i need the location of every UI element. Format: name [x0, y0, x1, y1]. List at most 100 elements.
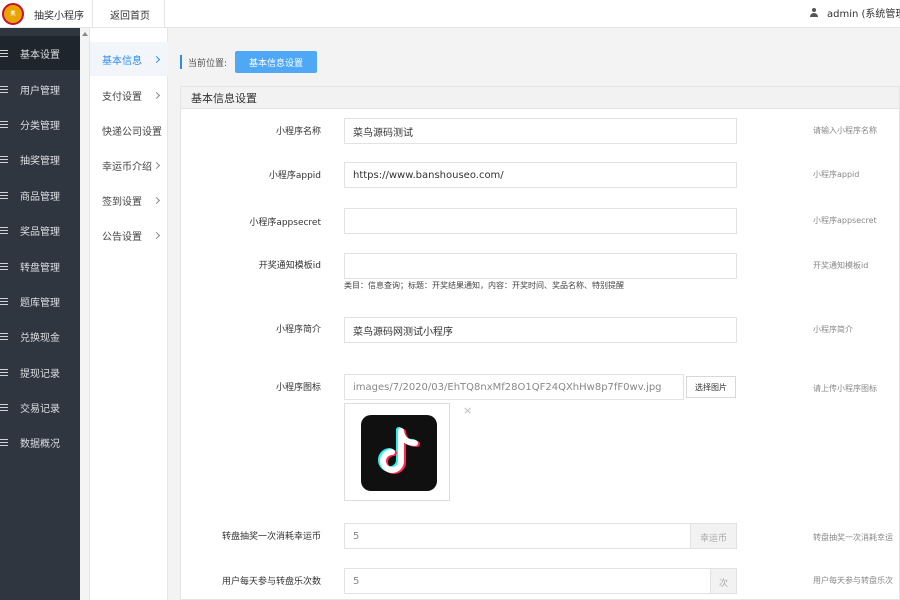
intro-input[interactable]: 菜鸟源码网测试小程序 [344, 317, 737, 343]
menu-icon [0, 120, 8, 128]
menu-icon [0, 155, 8, 163]
daily-limit-value: 5 [353, 575, 360, 587]
subnav-item-payment[interactable]: 支付设置 [90, 78, 168, 112]
menu-icon [0, 226, 8, 234]
field-label: 转盘抽奖一次消耗幸运币 [221, 532, 321, 542]
remove-image-icon[interactable]: × [463, 404, 472, 417]
select-image-button[interactable]: 选择图片 [686, 376, 736, 398]
sidebar-item-prizes[interactable]: 奖品管理 [0, 213, 80, 247]
menu-icon [0, 191, 8, 199]
sidebar-item-withdrawals[interactable]: 提现记录 [0, 355, 80, 389]
icon-path-input[interactable]: images/7/2020/03/EhTQ8nxMf28O1QF24QXhHw8… [344, 374, 684, 400]
field-label: 小程序简介 [275, 325, 321, 335]
sidebar-item-wheel[interactable]: 转盘管理 [0, 249, 80, 283]
menu-icon [0, 332, 8, 340]
sidebar-item-basic-settings[interactable]: 基本设置 [0, 36, 80, 70]
sidebar-item-label: 奖品管理 [20, 226, 60, 238]
menu-icon [0, 403, 8, 411]
sidebar-item-label: 数据概况 [20, 438, 60, 450]
subnav-item-checkin[interactable]: 签到设置 [90, 183, 168, 217]
scroll-up-icon[interactable] [82, 32, 88, 36]
chevron-right-icon [152, 231, 161, 240]
sidebar-item-users[interactable]: 用户管理 [0, 72, 80, 106]
field-label: 小程序名称 [275, 127, 321, 137]
sidebar-item-label: 兑换现金 [20, 332, 60, 344]
sidebar-item-redeem-cash[interactable]: 兑换现金 [0, 319, 80, 353]
user-name: admin (系统管理 [827, 9, 900, 20]
chevron-right-icon [152, 161, 161, 170]
sidebar: 基本设置 用户管理 分类管理 抽奖管理 商品管理 奖品管理 转盘管理 题库管理 … [0, 28, 80, 600]
back-home-link[interactable]: 返回首页 [110, 7, 150, 22]
daily-limit-unit: 次 [710, 569, 736, 593]
subnav-item-label: 签到设置 [102, 196, 142, 208]
field-help: 转盘抽奖一次消耗幸运 [813, 533, 893, 542]
field-help: 开奖通知模板id [813, 261, 869, 270]
field-help: 请上传小程序图标 [813, 384, 877, 393]
sidebar-item-label: 转盘管理 [20, 262, 60, 274]
menu-icon [0, 438, 8, 446]
chevron-right-icon [152, 55, 161, 64]
logo-mark-icon: 奖 [10, 10, 16, 17]
subnav-item-lucky-coin[interactable]: 幸运币介绍 [90, 148, 168, 182]
subnav-item-label: 支付设置 [102, 91, 142, 103]
field-help: 请输入小程序名称 [813, 126, 877, 135]
appid-input[interactable]: https://www.banshouseo.com/ [344, 162, 737, 188]
breadcrumb-current-tab[interactable]: 基本信息设置 [235, 51, 318, 73]
subnav-item-basic-info[interactable]: 基本信息 [90, 42, 168, 76]
field-label: 小程序appsecret [249, 218, 321, 228]
spin-cost-unit: 幸运币 [690, 524, 736, 548]
sidebar-item-label: 基本设置 [20, 49, 60, 61]
subnav-item-label: 幸运币介绍 [102, 161, 152, 173]
breadcrumb-label: 当前位置: [188, 58, 228, 69]
menu-icon [0, 368, 8, 376]
name-input[interactable]: 菜鸟源码测试 [344, 118, 737, 144]
subnav-item-label: 公告设置 [102, 231, 142, 243]
spin-cost-value: 5 [353, 530, 360, 542]
sidebar-item-label: 题库管理 [20, 297, 60, 309]
sidebar-item-label: 抽奖管理 [20, 155, 60, 167]
sidebar-item-categories[interactable]: 分类管理 [0, 107, 80, 141]
sidebar-item-label: 提现记录 [20, 368, 60, 380]
top-bar: 奖 抽奖小程序 返回首页 admin (系统管理 [0, 0, 900, 28]
sidebar-item-label: 商品管理 [20, 191, 60, 203]
sidebar-scrollbar[interactable] [80, 28, 90, 600]
appsecret-input[interactable] [344, 208, 737, 234]
user-menu[interactable]: admin (系统管理 [810, 5, 900, 20]
menu-icon [0, 85, 8, 93]
menu-icon [0, 262, 8, 270]
field-help: 小程序appid [813, 170, 860, 179]
spin-cost-input[interactable]: 5 幸运币 [344, 523, 737, 549]
chevron-right-icon [152, 91, 161, 100]
user-icon [810, 8, 818, 17]
chevron-right-icon [152, 196, 161, 205]
template-note: 类目：信息查询；标题：开奖结果通知，内容：开奖时间、奖品名称、特别提醒 [344, 281, 624, 290]
field-label: 小程序图标 [275, 383, 321, 393]
sidebar-item-label: 分类管理 [20, 120, 60, 132]
breadcrumb-bar [180, 55, 182, 69]
main-content: 当前位置: 基本信息设置 基本信息设置 小程序名称 菜鸟源码测试 请输入小程序名… [168, 28, 900, 600]
template-id-input[interactable] [344, 253, 737, 279]
settings-panel: 基本信息设置 小程序名称 菜鸟源码测试 请输入小程序名称 小程序appid ht… [180, 86, 900, 600]
field-help: 用户每天参与转盘乐次 [813, 576, 893, 585]
sidebar-item-data-overview[interactable]: 数据概况 [0, 425, 80, 459]
divider [92, 0, 93, 28]
sidebar-item-lottery[interactable]: 抽奖管理 [0, 142, 80, 176]
daily-limit-input[interactable]: 5 次 [344, 568, 737, 594]
menu-icon [0, 297, 8, 305]
field-label: 用户每天参与转盘乐次数 [221, 577, 321, 587]
brand-name: 抽奖小程序 [34, 11, 84, 22]
subnav-item-express[interactable]: 快递公司设置 [90, 113, 168, 147]
divider [164, 0, 165, 28]
field-label: 小程序appid [268, 171, 321, 181]
sidebar-item-label: 交易记录 [20, 403, 60, 415]
subnav-item-announcement[interactable]: 公告设置 [90, 218, 168, 252]
sidebar-item-products[interactable]: 商品管理 [0, 178, 80, 212]
sidebar-item-question-bank[interactable]: 题库管理 [0, 284, 80, 318]
field-help: 小程序简介 [813, 325, 853, 334]
app-logo[interactable]: 奖 [2, 3, 24, 25]
sidebar-item-transactions[interactable]: 交易记录 [0, 390, 80, 424]
menu-icon [0, 49, 8, 57]
sidebar-item-label: 用户管理 [20, 85, 60, 97]
tiktok-logo-icon [361, 415, 437, 491]
icon-preview [344, 403, 450, 501]
